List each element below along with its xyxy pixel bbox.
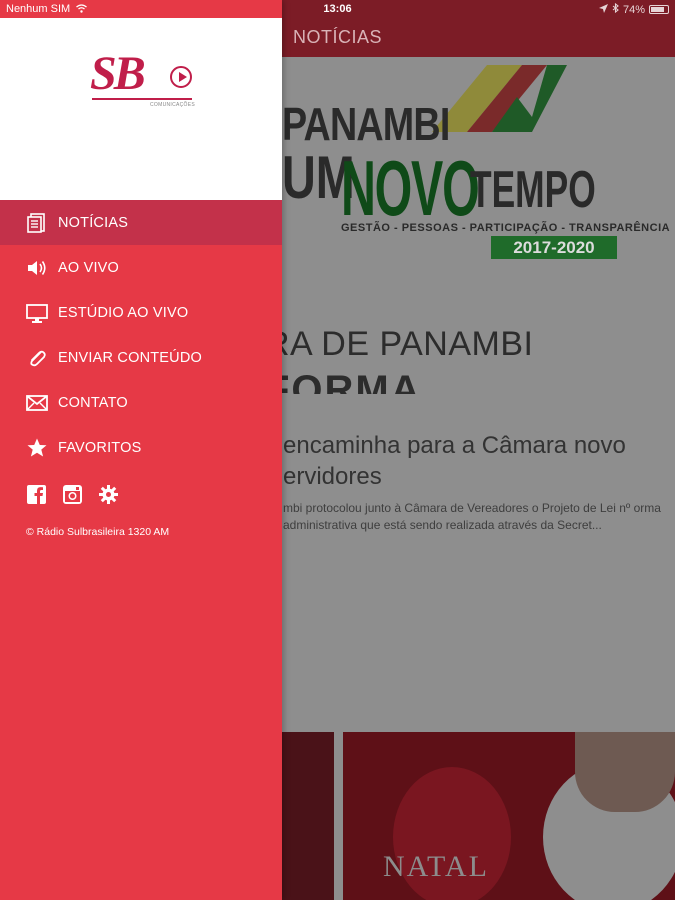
speaker-icon bbox=[26, 257, 48, 279]
gear-icon[interactable] bbox=[98, 484, 119, 505]
monitor-icon bbox=[26, 302, 48, 324]
battery-percent: 74% bbox=[622, 3, 645, 16]
envelope-icon bbox=[26, 392, 48, 414]
article-image-left[interactable] bbox=[282, 732, 334, 900]
star-icon bbox=[26, 437, 48, 459]
instagram-icon[interactable] bbox=[62, 484, 83, 505]
drawer-header: SB COMUNICAÇÕES bbox=[0, 18, 282, 200]
menu-item-label: NOTÍCIAS bbox=[58, 214, 129, 231]
article-excerpt: mbi protocolou junto à Câmara de Vereado… bbox=[283, 501, 661, 532]
banner-line2-b: NOVO bbox=[341, 144, 480, 232]
drawer-menu: NOTÍCIAS AO VIVO ESTÚDIO AO VIVO ENVIAR … bbox=[0, 200, 282, 470]
app-logo: SB COMUNICAÇÕES bbox=[90, 46, 195, 108]
clock: 13:06 bbox=[323, 3, 352, 15]
menu-item-ao-vivo[interactable]: AO VIVO bbox=[0, 245, 282, 290]
natal-text: NATAL bbox=[383, 850, 489, 883]
article-title[interactable]: encaminha para a Câmara novo ervidores bbox=[283, 430, 668, 492]
status-right: 74% bbox=[598, 2, 669, 16]
menu-item-contato[interactable]: CONTATO bbox=[0, 380, 282, 425]
status-bar: Nenhum SIM 13:06 74% bbox=[0, 0, 675, 18]
copyright-text: © Rádio Sulbrasileira 1320 AM bbox=[26, 526, 170, 538]
logo-subtitle: COMUNICAÇÕES bbox=[150, 102, 195, 108]
menu-item-noticias[interactable]: NOTÍCIAS bbox=[0, 200, 282, 245]
article-image-natal[interactable]: NATAL bbox=[343, 732, 675, 900]
menu-item-label: ENVIAR CONTEÚDO bbox=[58, 349, 202, 366]
news-icon bbox=[26, 212, 48, 234]
headline-image-text2: FORMA bbox=[265, 368, 422, 394]
battery-icon bbox=[649, 5, 669, 14]
banner-years: 2017-2020 bbox=[491, 236, 617, 259]
location-icon bbox=[598, 3, 608, 16]
headline-image-text: RA DE PANAMBI bbox=[265, 325, 534, 363]
menu-item-label: AO VIVO bbox=[58, 259, 120, 276]
menu-item-favoritos[interactable]: FAVORITOS bbox=[0, 425, 282, 470]
logo-text: SB bbox=[90, 47, 146, 100]
menu-item-label: FAVORITOS bbox=[58, 439, 142, 456]
logo-underline bbox=[92, 98, 192, 100]
paperclip-icon bbox=[26, 347, 48, 369]
facebook-icon[interactable] bbox=[26, 484, 47, 505]
menu-item-enviar-conteudo[interactable]: ENVIAR CONTEÚDO bbox=[0, 335, 282, 380]
social-links bbox=[26, 484, 119, 505]
menu-item-label: ESTÚDIO AO VIVO bbox=[58, 304, 189, 321]
app-title: NOTÍCIAS bbox=[293, 27, 383, 47]
play-icon bbox=[170, 66, 192, 88]
bluetooth-icon bbox=[612, 2, 619, 16]
santa-face bbox=[575, 732, 675, 812]
banner-line2-c: TEMPO bbox=[470, 161, 596, 219]
banner-subtitle: GESTÃO - PESSOAS - PARTICIPAÇÃO - TRANSP… bbox=[341, 222, 671, 234]
menu-item-estudio-ao-vivo[interactable]: ESTÚDIO AO VIVO bbox=[0, 290, 282, 335]
navigation-drawer: SB COMUNICAÇÕES NOTÍCIAS AO VIVO ESTÚDIO… bbox=[0, 0, 282, 900]
screen: NOTÍCIAS PANAMBI UM NOVO TEMPO GESTÃO - … bbox=[0, 0, 675, 900]
menu-item-label: CONTATO bbox=[58, 394, 128, 411]
